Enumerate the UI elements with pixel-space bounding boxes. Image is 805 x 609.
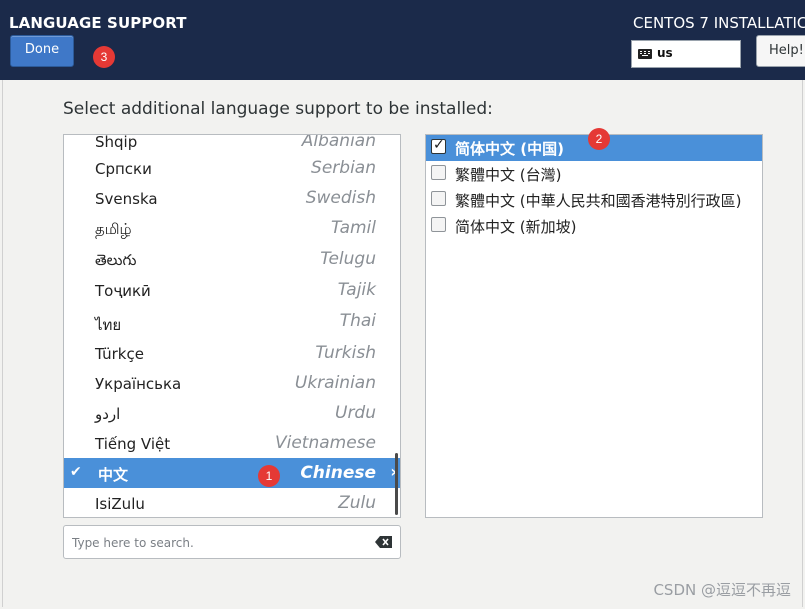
language-row-swedish[interactable]: Svenska Swedish: [64, 183, 400, 213]
language-english-name: Telugu: [320, 249, 376, 269]
language-english-name: Tajik: [337, 280, 376, 300]
language-row-urdu[interactable]: اردو Urdu: [64, 398, 400, 428]
locale-checkbox[interactable]: [431, 191, 446, 206]
locale-label: 繁體中文 (台灣): [455, 166, 562, 184]
checkmark-icon: ✓: [433, 137, 445, 153]
locale-row[interactable]: 简体中文 (新加坡): [426, 213, 762, 239]
language-native-name: ไทย: [95, 316, 122, 334]
language-row-thai[interactable]: ไทย Thai: [64, 306, 400, 336]
header-bar: LANGUAGE SUPPORT Done CENTOS 7 INSTALLAT…: [0, 0, 805, 80]
help-button[interactable]: Help!: [756, 35, 805, 67]
product-title: CENTOS 7 INSTALLATIC: [633, 14, 805, 32]
clear-search-icon[interactable]: [375, 536, 392, 548]
annotation-badge-1: 1: [258, 465, 280, 487]
language-native-name: اردو: [95, 405, 121, 423]
watermark: CSDN @逗逗不再逗: [653, 581, 791, 599]
locale-list[interactable]: ✓ 简体中文 (中国) 繁體中文 (台灣) 繁體中文 (中華人民共和國香港特別行…: [425, 134, 763, 518]
language-row-chinese[interactable]: ✔ 中文 Chinese ›: [64, 458, 400, 488]
locale-label: 简体中文 (新加坡): [455, 218, 577, 236]
locale-checkbox[interactable]: [431, 217, 446, 232]
language-english-name: Swedish: [305, 188, 376, 208]
language-english-name: Thai: [339, 311, 376, 331]
language-list[interactable]: Shqip Albanian Српски Serbian Svenska Sw…: [63, 134, 401, 518]
language-row-turkish[interactable]: Türkçe Turkish: [64, 338, 400, 368]
language-row-tajik[interactable]: Тоҷикӣ Tajik: [64, 275, 400, 305]
search-box[interactable]: [63, 525, 401, 559]
language-english-name: Zulu: [338, 493, 376, 513]
keyboard-icon: [638, 49, 652, 59]
locale-label: 简体中文 (中国): [455, 140, 564, 158]
page-title: LANGUAGE SUPPORT: [9, 14, 187, 32]
language-native-name: Shqip: [95, 134, 138, 151]
language-native-name: Српски: [95, 160, 152, 178]
language-native-name: Tiếng Việt: [95, 435, 171, 453]
locale-row[interactable]: 繁體中文 (台灣): [426, 161, 762, 187]
language-native-name: తెలుగు: [95, 251, 137, 269]
search-input[interactable]: [72, 534, 362, 552]
language-native-name: தமிழ்: [95, 220, 132, 238]
done-button[interactable]: Done: [10, 35, 74, 67]
language-native-name: Svenska: [95, 190, 158, 208]
locale-row[interactable]: 繁體中文 (中華人民共和國香港特別行政區): [426, 187, 762, 213]
keyboard-layout-indicator[interactable]: us: [631, 40, 741, 68]
locale-label: 繁體中文 (中華人民共和國香港特別行政區): [455, 192, 742, 210]
locale-checkbox[interactable]: [431, 165, 446, 180]
language-english-name: Serbian: [311, 158, 376, 178]
locale-checkbox[interactable]: ✓: [431, 137, 446, 154]
language-english-name: Chinese: [300, 463, 376, 483]
language-english-name: Turkish: [315, 343, 376, 363]
language-native-name: Тоҷикӣ: [95, 282, 151, 300]
language-native-name: Українська: [95, 375, 182, 393]
language-english-name: Tamil: [330, 218, 376, 238]
language-row-tamil[interactable]: தமிழ் Tamil: [64, 213, 400, 243]
language-native-name: 中文: [98, 466, 129, 484]
language-english-name: Urdu: [335, 403, 376, 423]
language-row-zulu[interactable]: IsiZulu Zulu: [64, 488, 400, 517]
language-row-telugu[interactable]: తెలుగు Telugu: [64, 244, 400, 274]
language-native-name: IsiZulu: [95, 495, 145, 513]
keyboard-layout-label: us: [657, 46, 673, 60]
annotation-badge-3: 3: [93, 46, 115, 68]
language-row-serbian[interactable]: Српски Serbian: [64, 153, 400, 183]
language-english-name: Vietnamese: [274, 433, 376, 453]
instruction-text: Select additional language support to be…: [63, 99, 493, 119]
annotation-badge-2: 2: [588, 128, 610, 150]
language-english-name: Albanian: [301, 134, 376, 151]
language-english-name: Ukrainian: [294, 373, 376, 393]
language-list-scrollbar[interactable]: [395, 453, 398, 515]
language-row-ukrainian[interactable]: Українська Ukrainian: [64, 368, 400, 398]
checkmark-icon: ✔: [70, 464, 82, 480]
language-row-vietnamese[interactable]: Tiếng Việt Vietnamese: [64, 428, 400, 458]
language-native-name: Türkçe: [95, 345, 144, 363]
